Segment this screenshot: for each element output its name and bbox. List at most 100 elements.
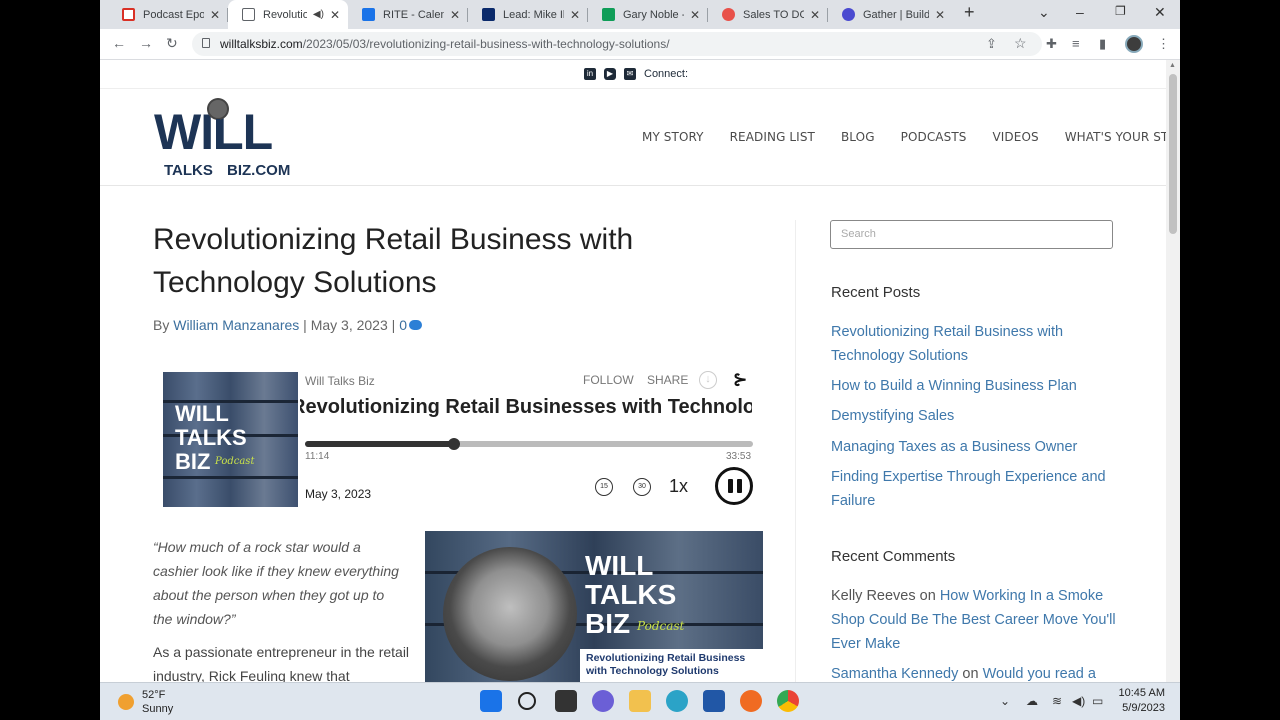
tab-gary-noble[interactable]: Gary Noble - C ✕ [588, 0, 708, 29]
forward-icon[interactable]: → [139, 35, 153, 51]
tab-sales-todo[interactable]: Sales TO DO - ✕ [708, 0, 828, 29]
windows-start-icon[interactable] [480, 690, 502, 712]
new-tab-icon[interactable]: + [964, 2, 975, 23]
comment-icon[interactable] [408, 320, 422, 330]
close-icon[interactable]: ✕ [570, 8, 580, 22]
nav-videos[interactable]: VIDEOS [992, 130, 1038, 144]
clock-time: 10:45 AM [1118, 687, 1165, 699]
volume-icon[interactable]: ◀) [1072, 694, 1085, 708]
guest-photo [443, 547, 577, 681]
close-icon[interactable]: ✕ [690, 8, 700, 22]
chat-icon[interactable] [592, 690, 614, 712]
feature-subtitle: Revolutionizing Retail Business with Tec… [580, 649, 763, 682]
rewind-15-icon[interactable]: 15 [595, 478, 613, 496]
url-host: willtalksbiz.com [220, 37, 303, 51]
file-explorer-icon[interactable] [629, 690, 651, 712]
share-button[interactable]: SHARE [647, 373, 688, 387]
pause-icon[interactable] [715, 467, 753, 505]
audio-icon[interactable]: ◀) [313, 9, 324, 20]
restore-icon[interactable]: ❐ [1115, 4, 1126, 18]
minimize-icon[interactable]: – [1076, 4, 1084, 20]
side-panel-icon[interactable]: ▮ [1099, 36, 1106, 52]
nav-reading-list[interactable]: READING LIST [730, 130, 815, 144]
search-input[interactable]: Search [830, 220, 1113, 249]
site-logo[interactable]: WILL TALKS BIZ.COM [154, 97, 299, 179]
edge-icon[interactable] [666, 690, 688, 712]
close-icon[interactable]: ✕ [450, 8, 460, 22]
firefox-icon[interactable] [740, 690, 762, 712]
chevron-up-icon[interactable]: ⌄ [1000, 694, 1010, 708]
author-link[interactable]: William Manzanares [173, 317, 299, 333]
taskbar: 52°F Sunny ⌄ ☁ ≋ ◀) ▭ 10:45 AM 5/9/2023 [100, 682, 1180, 720]
sun-icon [118, 694, 134, 710]
scrollbar-thumb[interactable] [1169, 74, 1177, 234]
tab-gather[interactable]: Gather | Buildi ✕ [828, 0, 953, 29]
tab-label: RITE - Calenda [383, 8, 444, 21]
bookmark-star-icon[interactable]: ☆ [1014, 35, 1027, 52]
comment-author-link[interactable]: Samantha Kennedy [831, 666, 958, 682]
top-bar: in ▶ ✉ Connect: [100, 60, 1166, 89]
tab-search-icon[interactable]: ⌄ [1038, 4, 1050, 21]
chat-icon [602, 8, 615, 21]
screen: Podcast Eposid ✕ Revolution ◀) ✕ RITE - … [100, 0, 1180, 720]
youtube-icon[interactable]: ▶ [604, 68, 616, 80]
nav-blog[interactable]: BLOG [841, 130, 875, 144]
onedrive-icon[interactable]: ☁ [1026, 694, 1038, 708]
recent-post-link[interactable]: Managing Taxes as a Business Owner [831, 435, 1121, 459]
tab-rite-calendar[interactable]: RITE - Calenda ✕ [348, 0, 468, 29]
tab-strip: Podcast Eposid ✕ Revolution ◀) ✕ RITE - … [100, 0, 1180, 29]
recent-post-link[interactable]: Demystifying Sales [831, 404, 1121, 428]
menu-icon[interactable]: ⋮ [1157, 36, 1170, 52]
clock[interactable]: 10:45 AM 5/9/2023 [1100, 686, 1165, 716]
buzzsprout-icon[interactable]: ⊱ [733, 370, 747, 390]
profile-avatar[interactable] [1125, 35, 1143, 53]
download-icon[interactable]: ↓ [699, 371, 717, 389]
podcast-player: WILL TALKS BIZ Podcast Will Talks Biz FO… [163, 370, 763, 508]
follow-button[interactable]: FOLLOW [583, 373, 634, 387]
tab-label: Gather | Buildi [863, 8, 929, 21]
gmail-icon [122, 8, 135, 21]
wifi-icon[interactable]: ≋ [1052, 694, 1062, 708]
scroll-up-icon[interactable]: ▲ [1169, 62, 1176, 69]
page-scrollbar[interactable]: ▲ [1166, 60, 1180, 682]
recent-post-link[interactable]: How to Build a Winning Business Plan [831, 374, 1121, 398]
email-icon[interactable]: ✉ [624, 68, 636, 80]
linkedin-icon[interactable]: in [584, 68, 596, 80]
nav-my-story[interactable]: MY STORY [642, 130, 704, 144]
recent-post-link[interactable]: Finding Expertise Through Experience and… [831, 465, 1121, 513]
episode-title-marquee: Revolutionizing Retail Businesses with T… [300, 396, 752, 419]
nav-whats-your-story[interactable]: WHAT'S YOUR STORY? [1065, 130, 1166, 144]
search-icon[interactable] [518, 692, 536, 710]
close-icon[interactable]: ✕ [210, 8, 220, 22]
playback-speed-button[interactable]: 1x [669, 476, 688, 497]
extensions-icon[interactable]: ✚ [1046, 36, 1057, 52]
progress-handle[interactable] [447, 438, 460, 450]
address-bar[interactable]: willtalksbiz.com/2023/05/03/revolutioniz… [192, 32, 1042, 56]
close-icon[interactable]: ✕ [935, 8, 945, 22]
media-control-icon[interactable]: ≡ [1072, 36, 1080, 51]
task-view-icon[interactable] [555, 690, 577, 712]
progress-track[interactable] [305, 438, 753, 450]
window-close-icon[interactable]: ✕ [1154, 4, 1166, 21]
share-icon[interactable]: ⇪ [986, 36, 997, 52]
chrome-icon[interactable] [777, 690, 799, 712]
back-icon[interactable]: ← [112, 35, 126, 51]
episode-date: May 3, 2023 [305, 487, 372, 501]
connect-label: Connect: [644, 68, 689, 80]
cover-line: BIZ [175, 449, 211, 474]
post-body-paragraph: As a passionate entrepreneur in the reta… [153, 644, 410, 682]
nav-podcasts[interactable]: PODCASTS [901, 130, 967, 144]
by-label: By [153, 317, 170, 333]
tab-podcast-episode[interactable]: Podcast Eposid ✕ [108, 0, 228, 29]
comment-post-link[interactable]: Would you read a [983, 666, 1096, 682]
forward-30-icon[interactable]: 30 [633, 478, 651, 496]
store-icon[interactable] [703, 690, 725, 712]
tab-revolutionizing[interactable]: Revolution ◀) ✕ [228, 0, 348, 29]
close-icon[interactable]: ✕ [330, 8, 340, 22]
cover-line: TALKS [175, 425, 247, 450]
reload-icon[interactable]: ↻ [166, 35, 178, 52]
comment-count-link[interactable]: 0 [399, 317, 407, 333]
recent-post-link[interactable]: Revolutionizing Retail Business with Tec… [831, 320, 1121, 368]
tab-lead-mike[interactable]: Lead: Mike Ibs ✕ [468, 0, 588, 29]
close-icon[interactable]: ✕ [810, 8, 820, 22]
